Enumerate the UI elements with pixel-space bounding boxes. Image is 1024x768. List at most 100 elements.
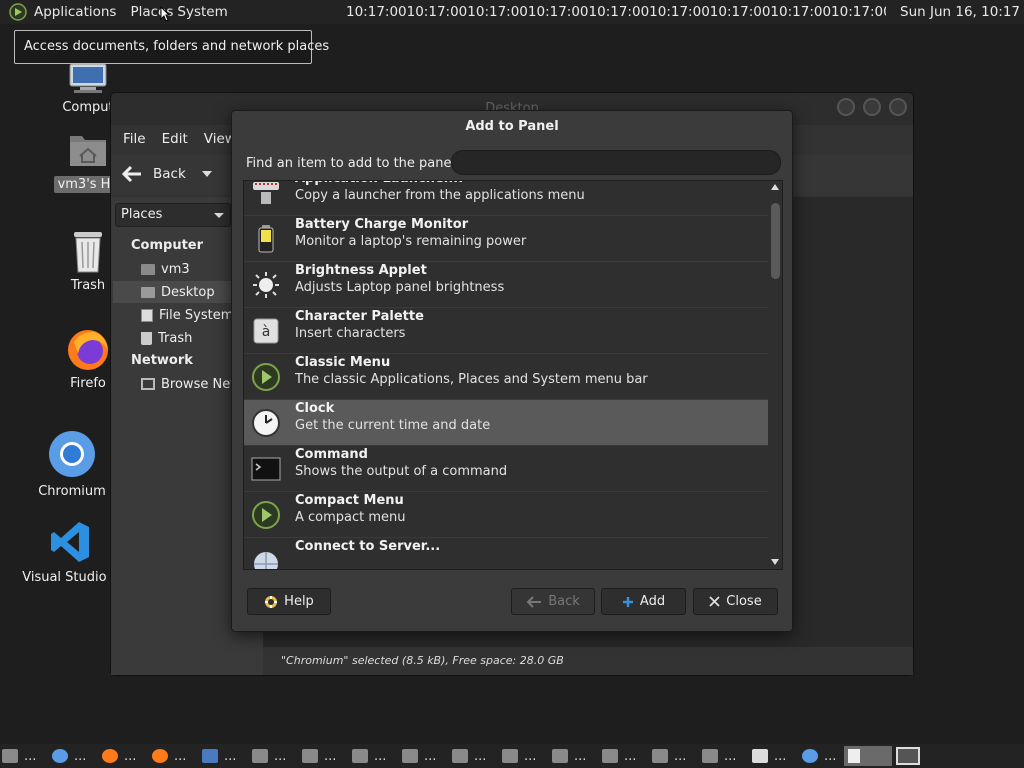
menu-file[interactable]: File — [115, 131, 154, 147]
sidebar-places-select[interactable]: Places — [115, 203, 231, 227]
svg-text:à: à — [262, 324, 271, 340]
panel-item-description: Shows the output of a command — [295, 464, 508, 479]
folder-icon — [652, 749, 668, 763]
panel-item-row[interactable]: Battery Charge Monitor Monitor a laptop's… — [244, 216, 768, 262]
mouse-pointer-icon — [160, 6, 170, 22]
panel-item-row[interactable]: Command Shows the output of a command — [244, 446, 768, 492]
maximize-button[interactable] — [863, 98, 881, 116]
panel-item-name: Brightness Applet — [295, 263, 427, 278]
taskbar-item[interactable]: ... — [802, 746, 836, 766]
back-button-label: Back — [153, 166, 186, 182]
panel-date[interactable]: Sun Jun 16, 10:17 AM — [900, 0, 1024, 24]
taskbar-item-label: ... — [274, 748, 287, 764]
file-system-icon — [141, 308, 153, 322]
character-palette-icon: à — [251, 316, 281, 346]
plus-icon — [622, 596, 633, 607]
scroll-up-arrow-icon[interactable] — [771, 184, 779, 190]
taskbar-item-active[interactable] — [844, 746, 892, 766]
taskbar-item[interactable]: ... — [152, 746, 186, 766]
close-window-button[interactable] — [889, 98, 907, 116]
applications-logo-icon[interactable] — [9, 3, 27, 21]
taskbar-item-label: ... — [174, 748, 187, 764]
desktop-icon-chromium[interactable]: Chromium — [24, 430, 120, 499]
panel-item-name: Classic Menu — [295, 355, 391, 370]
find-item-input[interactable] — [451, 150, 781, 175]
chromium-icon — [52, 749, 68, 763]
panel-item-row[interactable]: à Character Palette Insert characters — [244, 308, 768, 354]
panel-item-description: A compact menu — [295, 510, 406, 525]
taskbar-item[interactable]: ... — [102, 746, 136, 766]
panel-item-name: Connect to Server... — [295, 539, 441, 554]
taskbar-item[interactable]: ... — [2, 746, 36, 766]
back-arrow-icon — [526, 595, 542, 608]
panel-item-row[interactable]: Application Launcher... Copy a launcher f… — [244, 181, 768, 216]
help-button[interactable]: Help — [247, 588, 331, 615]
network-icon — [141, 378, 155, 390]
panel-item-row[interactable]: Connect to Server... — [244, 538, 768, 569]
taskbar-item-label: ... — [524, 748, 537, 764]
taskbar-item[interactable]: ... — [252, 746, 286, 766]
scrollbar-thumb[interactable] — [771, 203, 780, 279]
panel-item-description: Monitor a laptop's remaining power — [295, 234, 527, 249]
taskbar-item[interactable]: ... — [302, 746, 336, 766]
add-to-panel-dialog: Add to Panel Find an item to add to the … — [231, 110, 793, 632]
classic-menu-icon — [251, 362, 281, 392]
panel-item-description: Insert characters — [295, 326, 406, 341]
applications-menu[interactable]: Applications — [27, 0, 123, 24]
file-manager-menubar: File Edit View — [111, 125, 244, 153]
taskbar-item[interactable]: ... — [752, 746, 786, 766]
system-menu[interactable]: System — [170, 0, 234, 24]
taskbar-item[interactable]: ... — [202, 746, 236, 766]
folder-icon — [602, 749, 618, 763]
back-button-disabled[interactable]: Back — [511, 588, 595, 615]
panel-item-row[interactable]: Classic Menu The classic Applications, Pl… — [244, 354, 768, 400]
taskbar-item-label: ... — [424, 748, 437, 764]
sidebar-section-network: Network — [131, 353, 193, 368]
add-button[interactable]: Add — [601, 588, 686, 615]
show-desktop-button[interactable] — [896, 746, 922, 766]
trash-icon — [74, 232, 102, 273]
panel-item-row[interactable]: Brightness Applet Adjusts Laptop panel br… — [244, 262, 768, 308]
taskbar-item[interactable]: ... — [52, 746, 86, 766]
taskbar-item[interactable]: ... — [402, 746, 436, 766]
sidebar-item-label: File System — [159, 307, 234, 323]
sidebar-places-label: Places — [121, 207, 163, 222]
taskbar-item[interactable]: ... — [602, 746, 636, 766]
taskbar-item[interactable]: ... — [502, 746, 536, 766]
minimize-button[interactable] — [837, 98, 855, 116]
panel-item-row[interactable]: Clock Get the current time and date — [244, 400, 768, 446]
taskbar-item-label: ... — [324, 748, 337, 764]
taskbar-item[interactable]: ... — [552, 746, 586, 766]
taskbar-item[interactable]: ... — [352, 746, 386, 766]
brightness-icon — [251, 270, 281, 300]
places-tooltip: Access documents, folders and network pl… — [14, 30, 329, 64]
taskbar-item-label: ... — [474, 748, 487, 764]
back-button[interactable]: Back — [121, 165, 212, 183]
panel-item-name: Clock — [295, 401, 335, 416]
sidebar-item-label: Browse Net — [161, 376, 236, 392]
taskbar-item-label: ... — [674, 748, 687, 764]
battery-icon — [251, 224, 281, 254]
taskbar-item-label: ... — [574, 748, 587, 764]
scroll-down-arrow-icon[interactable] — [771, 559, 779, 565]
panel-item-name: Application Launcher... — [295, 181, 463, 186]
folder-icon — [552, 749, 568, 763]
taskbar-item[interactable]: ... — [452, 746, 486, 766]
taskbar-item[interactable]: ... — [702, 746, 736, 766]
computer-icon — [69, 63, 107, 93]
taskbar-item-label: ... — [124, 748, 137, 764]
panel-clock[interactable]: 10:17:0010:17:0010:17:0010:17:0010:17:00… — [346, 0, 886, 24]
panel-item-row[interactable]: Compact Menu A compact menu — [244, 492, 768, 538]
panel-icon — [752, 749, 768, 763]
clock-icon — [251, 408, 281, 438]
list-scrollbar[interactable] — [768, 181, 782, 569]
compact-menu-icon — [251, 500, 281, 530]
taskbar-item-label: ... — [24, 748, 37, 764]
close-button[interactable]: Close — [693, 588, 778, 615]
show-desktop-icon — [896, 747, 920, 765]
menu-edit[interactable]: Edit — [154, 131, 196, 147]
back-history-dropdown-icon[interactable] — [201, 171, 212, 177]
taskbar-item-label: ... — [224, 748, 237, 764]
taskbar-item[interactable]: ... — [652, 746, 686, 766]
window-icon — [848, 749, 860, 763]
